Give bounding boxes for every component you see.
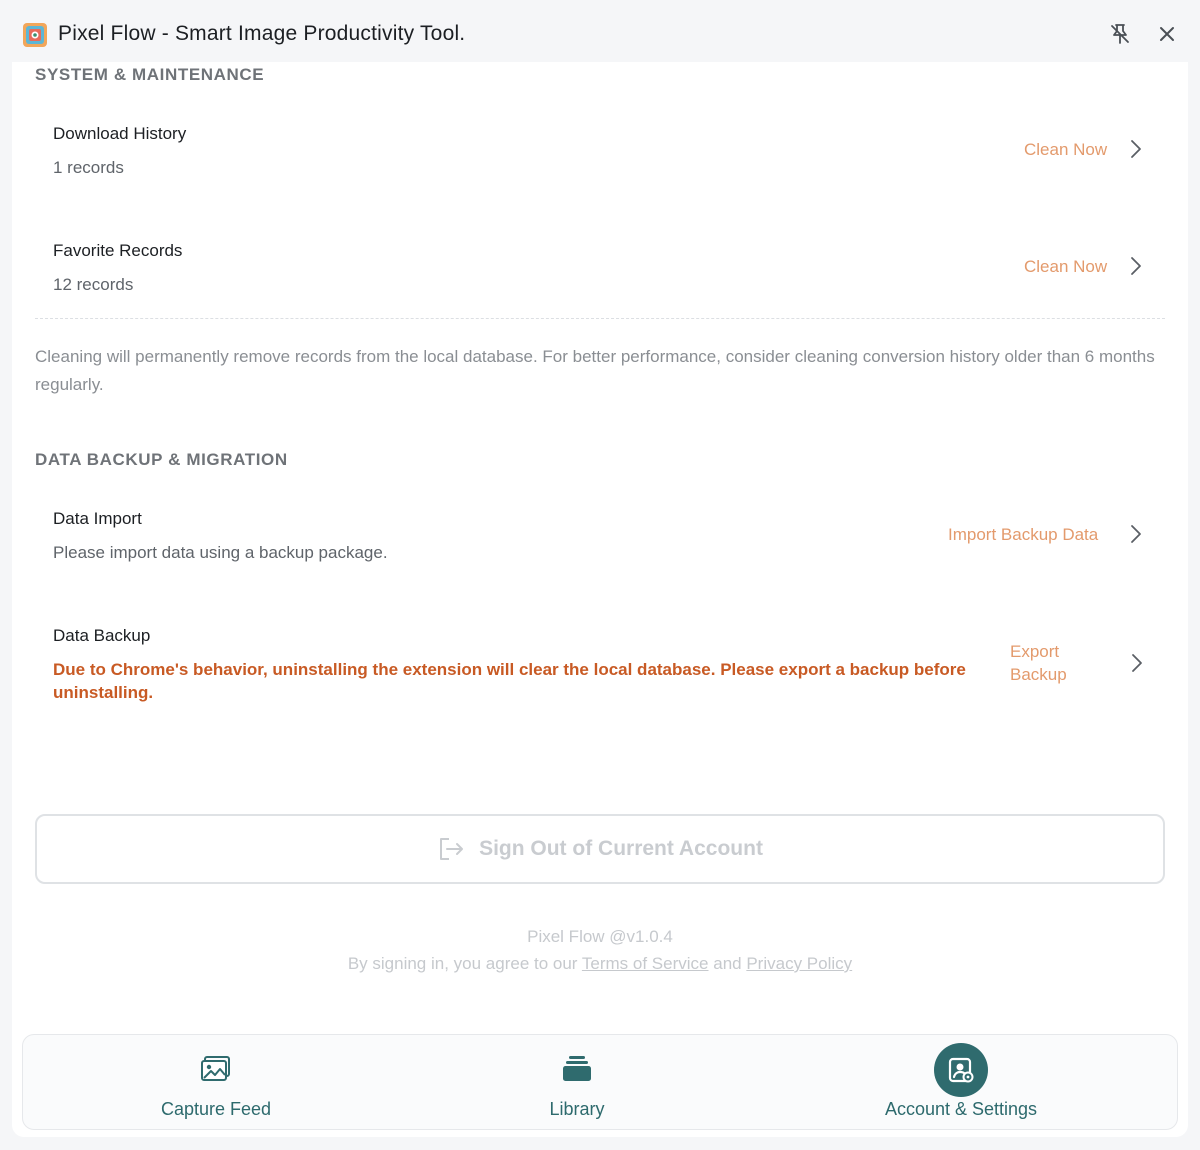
terms-prefix: By signing in, you agree to our (347, 954, 578, 973)
row-title: Data Backup (53, 626, 151, 645)
window-title: Pixel Flow - Smart Image Productivity To… (58, 22, 466, 45)
terms-text: By signing in, you agree to our Terms of… (12, 954, 1188, 974)
nav-label: Library (549, 1099, 605, 1119)
clean-download-history-button[interactable]: Clean Now (1024, 138, 1107, 161)
close-icon[interactable] (1155, 22, 1179, 46)
chevron-right-icon[interactable] (1129, 256, 1143, 276)
clean-favorite-records-button[interactable]: Clean Now (1024, 255, 1107, 278)
nav-label: Capture Feed (160, 1099, 272, 1119)
app-logo-icon (23, 23, 47, 47)
section-title-backup: DATA BACKUP & MIGRATION (35, 450, 288, 469)
row-title: Data Import (53, 509, 142, 528)
nav-library[interactable]: Library (409, 1035, 743, 1131)
export-backup-line-2: Backup (1010, 665, 1067, 684)
uninstall-warning: Due to Chrome's behavior, uninstalling t… (53, 660, 966, 702)
row-title: Favorite Records (53, 241, 183, 260)
import-backup-data-button[interactable]: Import Backup Data (948, 523, 1098, 546)
row-subtitle: Please import data using a backup packag… (53, 543, 388, 562)
terms-of-service-link[interactable]: Terms of Service (582, 954, 709, 973)
sign-out-icon (440, 838, 464, 860)
row-subtitle: 12 records (53, 275, 134, 294)
bottom-navigation: Capture Feed Library Account & Settings (22, 1034, 1178, 1130)
version-text: Pixel Flow @v1.0.4 (527, 927, 673, 946)
row-title: Download History (53, 124, 187, 143)
export-backup-button[interactable]: Export Backup (1010, 640, 1067, 686)
terms-and: and (713, 954, 742, 973)
settings-panel: SYSTEM & MAINTENANCE Download History 1 … (12, 62, 1188, 1137)
export-backup-line-1: Export (1010, 642, 1060, 661)
chevron-right-icon[interactable] (1130, 653, 1144, 673)
nav-label: Account & Settings (884, 1099, 1038, 1119)
sign-out-label: Sign Out of Current Account (479, 837, 763, 860)
image-gallery-icon (201, 1056, 230, 1081)
active-indicator (934, 1043, 988, 1097)
nav-account-settings[interactable]: Account & Settings (743, 1035, 1179, 1131)
unpin-icon[interactable] (1108, 22, 1132, 46)
privacy-policy-link[interactable]: Privacy Policy (746, 954, 852, 973)
stack-icon (563, 1056, 591, 1081)
account-settings-icon (948, 1057, 974, 1083)
section-title-system: SYSTEM & MAINTENANCE (35, 65, 265, 84)
chevron-right-icon[interactable] (1129, 524, 1143, 544)
cleaning-note: Cleaning will permanently remove records… (35, 347, 1155, 394)
row-subtitle: 1 records (53, 158, 124, 177)
nav-capture-feed[interactable]: Capture Feed (23, 1035, 409, 1131)
divider (35, 318, 1165, 319)
chevron-right-icon[interactable] (1129, 139, 1143, 159)
sign-out-button[interactable]: Sign Out of Current Account (35, 814, 1165, 884)
title-bar: Pixel Flow - Smart Image Productivity To… (0, 0, 1200, 66)
